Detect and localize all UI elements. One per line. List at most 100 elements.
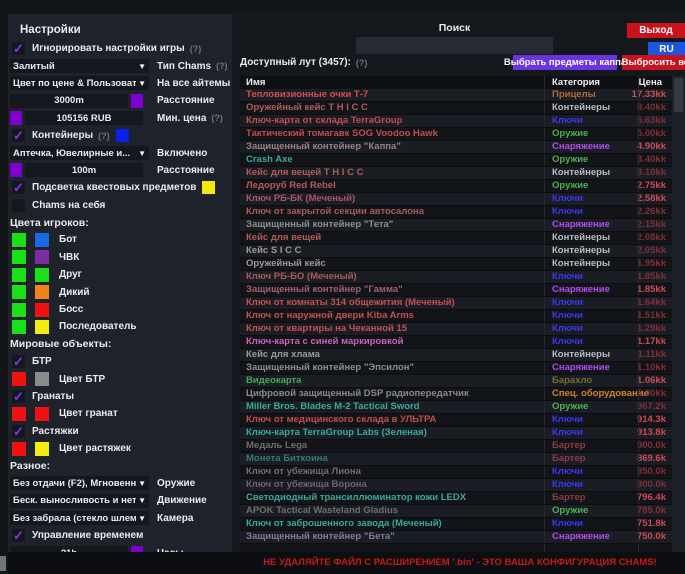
help-hint: (?) — [211, 113, 223, 123]
color-swatch[interactable] — [35, 285, 49, 299]
table-row[interactable]: Ключ от убежища ЛионаКлючи850.0k — [240, 466, 672, 479]
color-swatch[interactable] — [35, 303, 49, 317]
item-category: Ключи — [552, 297, 583, 309]
table-row[interactable]: Монета БиткоинаБартер869.6k — [240, 453, 672, 466]
item-price: 17.33kk — [632, 89, 666, 101]
select-kappa-items-button[interactable]: Выбрать предметы каппа — [513, 55, 617, 70]
color-swatch[interactable] — [35, 320, 49, 334]
table-row[interactable]: Кейс для вещей T H I C CКонтейнеры3.10kk — [240, 167, 672, 180]
color-swatch[interactable] — [12, 320, 26, 334]
color-swatch[interactable] — [35, 372, 49, 386]
settings-row: Цвет растяжек — [8, 440, 232, 457]
color-swatch[interactable] — [12, 407, 26, 421]
checkbox[interactable]: ✓ — [12, 42, 25, 55]
color-swatch[interactable] — [12, 285, 26, 299]
dropdown[interactable]: Беск. выносливость и нет уста:▼ — [10, 494, 149, 508]
checkbox[interactable] — [12, 199, 25, 212]
value-input[interactable]: 3000m — [10, 94, 128, 108]
table-row[interactable]: Ключ от закрытой секции автосалонаКлючи2… — [240, 206, 672, 219]
table-row[interactable]: Защищенный контейнер "Каппа"Снаряжение4.… — [240, 141, 672, 154]
table-row[interactable]: Ключ от комнаты 314 общежития (Меченый)К… — [240, 297, 672, 310]
table-row[interactable]: Ключ-карта с синей маркировкойКлючи1.17k… — [240, 336, 672, 349]
color-swatch[interactable] — [35, 442, 49, 456]
dropdown[interactable]: Цвет по цене & Пользователь▼ — [10, 76, 149, 90]
color-swatch[interactable] — [12, 268, 26, 282]
window-edge-handle[interactable] — [0, 556, 6, 571]
table-row[interactable]: Защищенный контейнер "Тета"Снаряжение2.1… — [240, 219, 672, 232]
table-row[interactable]: Ключ-карта от склада TerraGroupКлючи5.63… — [240, 115, 672, 128]
scrollbar-thumb[interactable] — [674, 78, 683, 112]
exit-button[interactable]: Выход — [627, 23, 685, 38]
checkbox[interactable]: ✓ — [12, 529, 25, 542]
search-input[interactable] — [356, 37, 553, 54]
table-row[interactable]: Ключ от квартиры на Чеканной 15Ключи1.29… — [240, 323, 672, 336]
color-label: Цвет БТР — [59, 374, 105, 385]
table-scrollbar[interactable] — [672, 76, 685, 552]
color-swatch[interactable] — [12, 303, 26, 317]
table-row[interactable]: Ключ РБ-БК (Меченый)Ключи2.58kk — [240, 193, 672, 206]
dropdown[interactable]: Без отдачи (F2), Мгновенное п▼ — [10, 476, 149, 490]
table-row[interactable]: Оружейный кейсКонтейнеры1.95kk — [240, 258, 672, 271]
dropdown[interactable]: Залитый▼ — [10, 59, 149, 73]
settings-row: ✓Игнорировать настройки игры(?) — [8, 40, 232, 57]
table-row[interactable]: Crash AxeОружие3.40kk — [240, 154, 672, 167]
table-row[interactable]: Ключ от медицинского склада в УЛЬТРАКлюч… — [240, 414, 672, 427]
table-row[interactable]: ВидеокартаБарахло1.06kk — [240, 375, 672, 388]
loot-count-label: Доступный лут (3457): — [240, 57, 351, 68]
table-row[interactable]: Ключ РБ-БО (Меченый)Ключи1.85kk — [240, 271, 672, 284]
table-row[interactable]: Ключ от наружной двери Kiba ArmsКлючи1.5… — [240, 310, 672, 323]
color-swatch[interactable] — [202, 181, 215, 194]
table-row[interactable]: Miller Bros. Blades M-2 Tactical SwordОр… — [240, 401, 672, 414]
table-row[interactable]: APOK Tactical Wasteland GladiusОружие785… — [240, 505, 672, 518]
table-row[interactable]: Тактический томагавк SOG Voodoo HawkОруж… — [240, 128, 672, 141]
checkbox[interactable]: ✓ — [12, 425, 25, 438]
item-category: Ключи — [552, 193, 583, 205]
item-price: 5.00kk — [637, 128, 666, 140]
table-row[interactable]: Защищенный контейнер "Гамма"Снаряжение1.… — [240, 284, 672, 297]
color-swatch[interactable] — [10, 111, 22, 125]
table-row[interactable]: Тепловизионные очки Т-7Прицелы17.33kk — [240, 89, 672, 102]
checkbox[interactable]: ✓ — [12, 390, 25, 403]
color-swatch[interactable] — [35, 407, 49, 421]
item-category: Прицелы — [552, 89, 596, 101]
table-row[interactable]: Ключ-карта TerraGroup Labs (Зеленая)Ключ… — [240, 427, 672, 440]
color-swatch[interactable] — [12, 442, 26, 456]
table-row[interactable]: Цифровой защищенный DSP радиопередатчикС… — [240, 388, 672, 401]
dropdown[interactable]: Аптечка, Ювелирные и...▼ — [10, 146, 149, 160]
table-row[interactable]: Кейс для хламаКонтейнеры1.11kk — [240, 349, 672, 362]
table-row[interactable]: Оружейный кейс T H I C CКонтейнеры8.40kk — [240, 102, 672, 115]
value-input[interactable]: 100m — [25, 163, 143, 177]
color-swatch[interactable] — [12, 233, 26, 247]
color-swatch[interactable] — [12, 372, 26, 386]
table-row[interactable]: Защищенный контейнер "Эпсилон"Снаряжение… — [240, 362, 672, 375]
color-swatch[interactable] — [35, 233, 49, 247]
checkbox-label: Растяжки — [32, 426, 79, 437]
checkbox[interactable]: ✓ — [12, 129, 25, 142]
table-row[interactable]: Защищенный контейнер "Бета"Снаряжение750… — [240, 531, 672, 544]
item-name: Защищенный контейнер "Бета" — [246, 531, 395, 543]
color-swatch[interactable] — [10, 163, 22, 177]
discard-all-button[interactable]: Выбросить все — [622, 55, 685, 70]
settings-row: Мировые объекты: — [8, 336, 232, 353]
color-swatch[interactable] — [35, 250, 49, 264]
table-row[interactable]: Светодиодный трансиллюминатор кожи LEDXБ… — [240, 492, 672, 505]
color-swatch[interactable] — [12, 250, 26, 264]
checkbox[interactable]: ✓ — [12, 181, 25, 194]
table-row[interactable]: Ключ от заброшенного завода (Меченый)Клю… — [240, 518, 672, 531]
control-label: Включено — [157, 148, 207, 159]
dropdown[interactable]: Без забрала (стекло шлема)▼ — [10, 511, 149, 525]
color-swatch[interactable] — [116, 129, 129, 142]
table-row[interactable]: Кейс для вещейКонтейнеры2.08kk — [240, 232, 672, 245]
value-input[interactable]: 105156 RUB — [25, 111, 143, 125]
table-row[interactable] — [240, 544, 672, 552]
table-row[interactable]: Ключ от убежища ВоронаКлючи800.0k — [240, 479, 672, 492]
table-row[interactable]: Кейс S I C CКонтейнеры2.05kk — [240, 245, 672, 258]
checkbox[interactable]: ✓ — [12, 355, 25, 368]
item-price: 1.00kk — [637, 388, 666, 400]
item-name: Ключ от заброшенного завода (Меченый) — [246, 518, 442, 530]
control-label: На все айтемы — [157, 78, 230, 89]
table-row[interactable]: Медаль LegaБартер900.0k — [240, 440, 672, 453]
color-swatch[interactable] — [131, 94, 143, 108]
table-row[interactable]: Ледоруб Red RebelОружие2.75kk — [240, 180, 672, 193]
color-swatch[interactable] — [35, 268, 49, 282]
